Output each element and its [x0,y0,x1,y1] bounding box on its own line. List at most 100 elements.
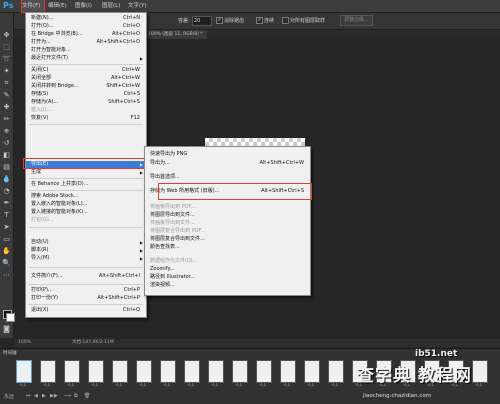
eraser-tool-icon[interactable]: ◧ [2,151,11,160]
dodge-tool-icon[interactable]: ◔ [2,187,11,196]
play-icon[interactable]: ▶ [42,393,46,399]
frame-delay[interactable]: 0.1 [87,382,103,387]
submenu-item-export-as[interactable]: 导出为... Alt+Shift+Ctrl+W [145,159,310,167]
menu-image[interactable]: 图像(I) [75,0,92,12]
pen-tool-icon[interactable]: ✒ [2,199,11,208]
frame-delay[interactable]: 0.1 [111,382,127,387]
menu-item-recent-files[interactable]: 最近打开文件(T) ▶ [26,55,146,62]
menu-item-share-behance[interactable]: 在 Behance 上共享(D)... [26,181,146,188]
menu-item-place-linked[interactable]: 置入链接的智能对象(K)... [26,209,146,216]
menu-item-import[interactable]: 导入(M) ▶ [26,255,146,262]
magic-wand-tool-icon[interactable]: ✦ [2,67,11,76]
timeline-frame[interactable] [328,360,344,383]
menu-file[interactable]: 文件(F) [21,0,45,13]
blur-tool-icon[interactable]: 💧 [2,175,11,184]
menu-item-close-go-bridge[interactable]: 关闭并转到 Bridge... Shift+Ctrl+W [26,83,146,90]
tolerance-input[interactable]: 20 [192,16,212,26]
zoom-tool-icon[interactable]: 🔍 [2,259,11,268]
frame-delay[interactable]: 0.1 [39,382,55,387]
frame-delay[interactable]: 0.1 [135,382,151,387]
marquee-tool-icon[interactable]: ⬚ [2,43,11,52]
history-brush-tool-icon[interactable]: ↺ [2,139,11,148]
menu-item-close[interactable]: 关闭(C) Ctrl+W [26,67,146,74]
menu-type[interactable]: 文字(Y) [128,0,147,12]
menu-item-scripts[interactable]: 脚本(R) ▶ [26,247,146,254]
quick-mask-icon[interactable]: ◙ [2,325,11,334]
menu-item-new[interactable]: 新建(N)... Ctrl+N [26,15,146,22]
healing-tool-icon[interactable]: ✚ [2,103,11,112]
crop-tool-icon[interactable]: ⌗ [2,79,11,88]
prev-frame-icon[interactable]: ◀ [34,393,38,399]
duplicate-frame-icon[interactable]: ⧉ [74,393,78,399]
menu-layer[interactable]: 图层(L) [102,0,120,12]
frame-delay[interactable]: 0.1 [15,382,31,387]
eyedropper-tool-icon[interactable]: ✎ [2,91,11,100]
frame-delay[interactable]: 0.1 [279,382,295,387]
timeline-frame[interactable] [232,360,248,383]
submenu-item-quick-export-png[interactable]: 快速导出为 PNG [145,150,310,158]
timeline-frame[interactable] [208,360,224,383]
frame-delay[interactable]: 0.1 [327,382,343,387]
menu-item-automate[interactable]: 自动(U) ▶ [26,239,146,246]
menu-item-open[interactable]: 打开(O)... Ctrl+O [26,23,146,30]
menu-item-search-stock[interactable]: 搜索 Adobe Stock... [26,193,146,200]
timeline-frame[interactable] [40,360,56,383]
submenu-item-export-preferences[interactable]: 导出首选项... [145,173,310,181]
timeline-frame[interactable] [280,360,296,383]
path-select-tool-icon[interactable]: ➤ [2,223,11,232]
type-tool-icon[interactable]: T [2,211,11,220]
submenu-item-paths-illustrator[interactable]: 路径到 Illustrator... [145,273,310,281]
frame-delay[interactable]: 0.1 [231,382,247,387]
gradient-tool-icon[interactable]: ▤ [2,163,11,172]
brush-tool-icon[interactable]: ✏ [2,115,11,124]
shape-tool-icon[interactable]: ▭ [2,235,11,244]
menu-item-exit[interactable]: 退出(X) Ctrl+Q [26,307,146,314]
next-frame-icon[interactable]: ▶▶ [50,393,58,399]
background-color-swatch[interactable] [6,313,15,322]
timeline-frame[interactable] [256,360,272,383]
frame-delay[interactable]: 0.1 [303,382,319,387]
stamp-tool-icon[interactable]: ⎈ [2,127,11,136]
menu-edit[interactable]: 编辑(E) [48,0,67,12]
menu-item-revert[interactable]: 恢复(V) F12 [26,115,146,122]
document-tab[interactable]: 100% (图层 11, RGB/8) * [144,30,207,39]
menu-item-close-all[interactable]: 关闭全部 Alt+Ctrl+W [26,75,146,82]
timeline-frame[interactable] [160,360,176,383]
tween-icon[interactable]: ⟿ [64,393,71,399]
timeline-frame[interactable] [64,360,80,383]
zoom-level[interactable]: 100% [18,339,31,347]
timeline-frame[interactable] [136,360,152,383]
submenu-item-layers-to-files[interactable]: 将图层导出到文件... [145,211,310,219]
timeline-frame[interactable] [16,360,32,383]
menu-item-place-embedded[interactable]: 置入嵌入的智能对象(L)... [26,201,146,208]
timeline-frame[interactable] [112,360,128,383]
loop-select[interactable]: 永远 [4,393,14,400]
menu-item-file-info[interactable]: 文件简介(F)... Alt+Shift+Ctrl+I [26,273,146,280]
more-tools-icon[interactable]: ⋯ [2,271,11,280]
frame-delay[interactable]: 0.1 [183,382,199,387]
submenu-item-color-lookup[interactable]: 颜色查找表... [145,243,310,251]
submenu-item-comps-to-files[interactable]: 将图层复合导出到文件... [145,235,310,243]
contiguous-checkbox[interactable]: ✓ [256,17,263,24]
lasso-tool-icon[interactable]: ➰ [2,55,11,64]
sample-all-checkbox[interactable] [282,17,289,24]
menu-item-print-one-copy[interactable]: 打印一份(Y) Alt+Shift+Ctrl+P [26,295,146,302]
timeline-frame[interactable] [88,360,104,383]
move-tool-icon[interactable]: ✥ [2,31,11,40]
submenu-item-zoomify[interactable]: Zoomify... [145,265,310,273]
menu-item-save-as[interactable]: 存储为(A)... Shift+Ctrl+S [26,99,146,106]
menu-item-generate[interactable]: 生成 ▶ [26,169,146,176]
timeline-frame[interactable] [184,360,200,383]
hand-tool-icon[interactable]: ✋ [2,247,11,256]
frame-delay[interactable]: 0.1 [207,382,223,387]
menu-item-open-smart-object[interactable]: 打开为智能对象... [26,47,146,54]
timeline-frame[interactable] [304,360,320,383]
frame-delay[interactable]: 0.1 [159,382,175,387]
menu-item-browse-bridge[interactable]: 在 Bridge 中浏览(B)... Alt+Ctrl+O [26,31,146,38]
menu-item-print[interactable]: 打印(P)... Ctrl+P [26,287,146,294]
menu-item-save[interactable]: 存储(S) Ctrl+S [26,91,146,98]
menu-item-open-as[interactable]: 打开为... Alt+Shift+Ctrl+O [26,39,146,46]
antialias-checkbox[interactable]: ✓ [216,17,223,24]
refine-edge-button[interactable]: 调整边缘... [340,15,373,26]
delete-frame-icon[interactable]: 🗑 [84,393,90,399]
